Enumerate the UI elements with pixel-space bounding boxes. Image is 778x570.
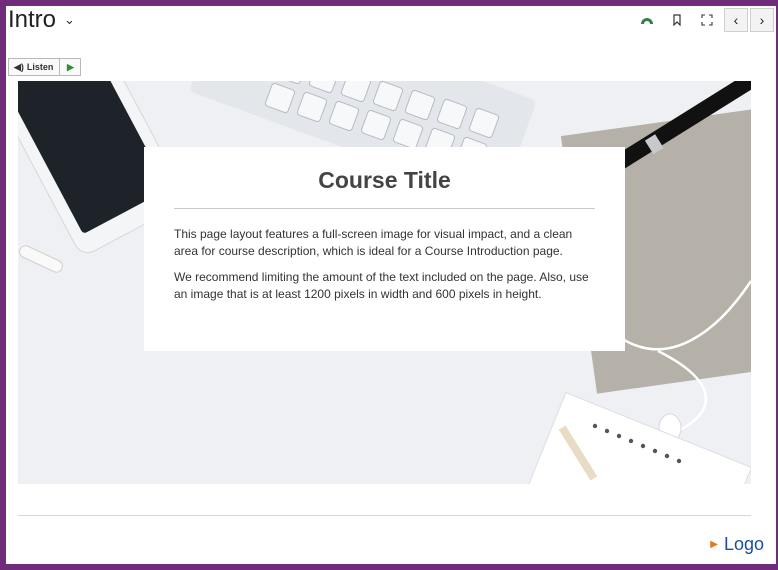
- contrast-icon[interactable]: [632, 8, 662, 32]
- play-button[interactable]: ▶: [59, 59, 80, 75]
- course-intro-card: Course Title This page layout features a…: [144, 147, 625, 351]
- intro-paragraph: We recommend limiting the amount of the …: [174, 270, 589, 301]
- fullscreen-icon[interactable]: [692, 8, 722, 32]
- next-page-button[interactable]: ›: [750, 8, 774, 32]
- audio-player: ◀) Listen ▶: [8, 58, 82, 76]
- chevron-down-icon[interactable]: ⌄: [64, 12, 75, 28]
- intro-paragraph: This page layout features a full-screen …: [174, 227, 573, 258]
- footer-divider: [18, 515, 751, 516]
- hero-image: Course Title This page layout features a…: [18, 81, 751, 484]
- toolbar: ‹ ›: [632, 8, 774, 32]
- page-title-menu[interactable]: Intro ⌄: [8, 6, 75, 34]
- previous-page-button[interactable]: ‹: [724, 8, 748, 32]
- speaker-icon: ◀): [14, 61, 24, 72]
- logo-text: Logo: [723, 534, 764, 554]
- listen-button[interactable]: ◀) Listen: [9, 59, 59, 75]
- logo-link[interactable]: ▶ Logo: [710, 534, 764, 555]
- top-bar: Intro ⌄ ‹ ›: [0, 0, 778, 40]
- play-icon: ▶: [66, 61, 74, 72]
- listen-label: Listen: [26, 62, 54, 72]
- arrow-right-icon: ▶: [710, 539, 718, 550]
- title-divider: [174, 208, 595, 209]
- course-title: Course Title: [318, 167, 451, 193]
- bookmark-icon[interactable]: [662, 8, 692, 32]
- page-title: Intro: [8, 6, 57, 33]
